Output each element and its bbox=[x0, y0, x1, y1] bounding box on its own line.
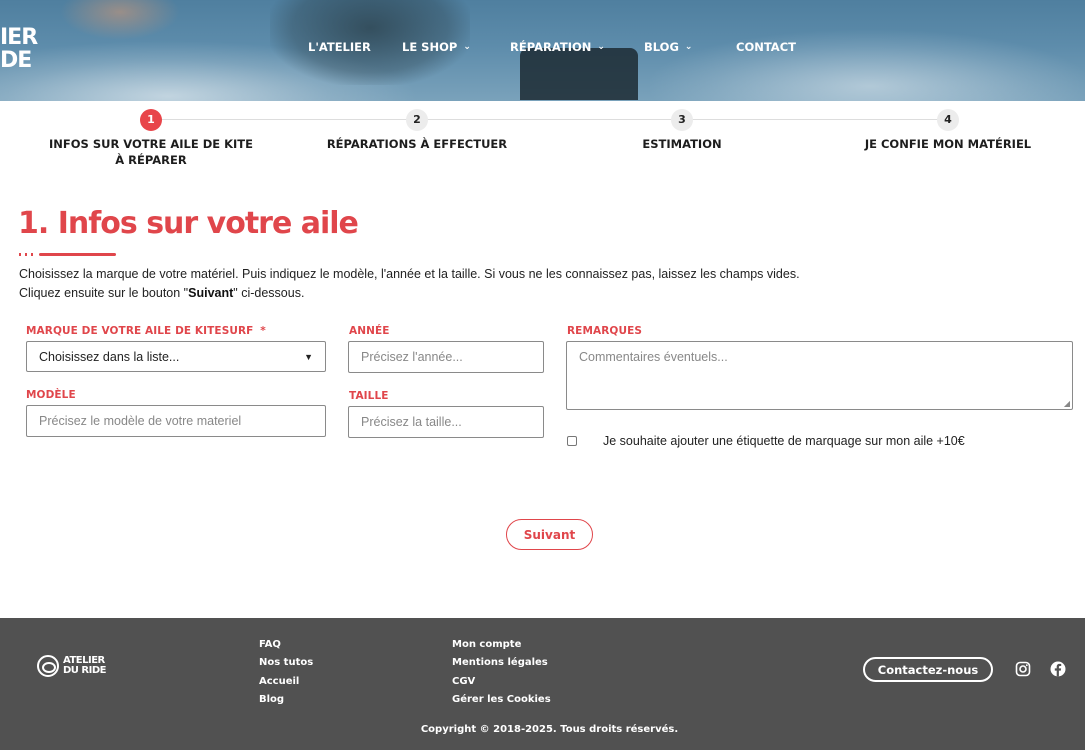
step-label: ESTIMATION bbox=[642, 137, 722, 151]
underline-bar bbox=[39, 253, 116, 256]
year-label: ANNÉE bbox=[349, 325, 390, 337]
nav-label: RÉPARATION bbox=[510, 40, 592, 54]
step-number: 2 bbox=[406, 109, 428, 131]
model-placeholder: Précisez le modèle de votre materiel bbox=[39, 414, 242, 428]
footer-links-col-2: Mon compte Mentions légales CGV Gérer le… bbox=[452, 636, 551, 709]
remarks-label: REMARQUES bbox=[567, 325, 643, 337]
size-input[interactable]: Précisez la taille... bbox=[348, 406, 544, 438]
step-1: 1 INFOS SUR VOTRE AILE DE KITE À RÉPARER bbox=[21, 109, 281, 168]
footer-link-cookies[interactable]: Gérer les Cookies bbox=[452, 691, 551, 709]
year-placeholder: Précisez l'année... bbox=[361, 350, 463, 364]
site-logo[interactable]: IER DE bbox=[0, 25, 38, 74]
nav-item-reparation[interactable]: RÉPARATION ⌄ bbox=[510, 38, 605, 56]
underline-dots bbox=[19, 253, 37, 256]
chevron-down-icon: ⌄ bbox=[463, 42, 471, 52]
title-underline bbox=[19, 253, 116, 256]
nav-label: L'ATELIER bbox=[308, 40, 371, 54]
next-button[interactable]: Suivant bbox=[506, 519, 593, 550]
step-label: RÉPARATIONS À EFFECTUER bbox=[326, 137, 508, 151]
intro-line-1: Choisissez la marque de votre matériel. … bbox=[19, 267, 800, 281]
required-marker: * bbox=[260, 325, 266, 337]
step-number: 3 bbox=[671, 109, 693, 131]
size-placeholder: Précisez la taille... bbox=[361, 415, 462, 429]
step-label: INFOS SUR VOTRE AILE DE KITE À RÉPARER bbox=[49, 137, 253, 167]
remarks-textarea[interactable]: Commentaires éventuels... ◢ bbox=[566, 341, 1073, 410]
chevron-down-icon: ⌄ bbox=[684, 42, 693, 52]
caret-down-icon: ▼ bbox=[304, 351, 313, 362]
intro-line-2: Cliquez ensuite sur le bouton "Suivant" … bbox=[19, 284, 800, 303]
intro-line-2-bold: Suivant bbox=[188, 286, 234, 300]
nav-label: BLOG bbox=[644, 40, 679, 54]
brand-select-value: Choisissez dans la liste... bbox=[39, 349, 180, 364]
logo-line-1: IER bbox=[0, 25, 38, 50]
nav-item-shop[interactable]: LE SHOP ⌄ bbox=[402, 38, 471, 56]
nav-item-atelier[interactable]: L'ATELIER bbox=[308, 38, 371, 56]
footer-link-faq[interactable]: FAQ bbox=[259, 636, 313, 654]
remarks-placeholder: Commentaires éventuels... bbox=[579, 350, 728, 364]
footer-link-accueil[interactable]: Accueil bbox=[259, 673, 313, 691]
step-label: JE CONFIE MON MATÉRIEL bbox=[864, 137, 1032, 151]
intro-line-2-post: " ci-dessous. bbox=[233, 286, 305, 300]
brand-select[interactable]: Choisissez dans la liste... ▼ bbox=[26, 341, 326, 372]
label-checkbox[interactable] bbox=[567, 436, 577, 446]
footer-link-account[interactable]: Mon compte bbox=[452, 636, 551, 654]
instagram-icon[interactable] bbox=[1015, 661, 1031, 677]
resize-grip-icon[interactable]: ◢ bbox=[1064, 399, 1070, 408]
nav-item-contact[interactable]: CONTACT bbox=[736, 38, 796, 56]
hero-wave-splash-right bbox=[650, 30, 1085, 101]
intro-text: Choisissez la marque de votre matériel. … bbox=[19, 265, 800, 303]
model-input[interactable]: Précisez le modèle de votre materiel bbox=[26, 405, 326, 437]
footer-logo-line-2: DU RIDE bbox=[63, 665, 106, 676]
brand-label-text: MARQUE DE VOTRE AILE DE KITESURF bbox=[26, 325, 254, 337]
atelier-logo-icon bbox=[37, 655, 59, 677]
model-label: MODÈLE bbox=[26, 389, 76, 401]
footer-links-col-1: FAQ Nos tutos Accueil Blog bbox=[259, 636, 313, 709]
footer-logo[interactable]: ATELIER DU RIDE bbox=[37, 655, 106, 677]
label-checkbox-text: Je souhaite ajouter une étiquette de mar… bbox=[603, 434, 965, 448]
footer-link-blog[interactable]: Blog bbox=[259, 691, 313, 709]
footer-link-tutos[interactable]: Nos tutos bbox=[259, 654, 313, 672]
step-2: 2 RÉPARATIONS À EFFECTUER bbox=[287, 109, 547, 152]
brand-label: MARQUE DE VOTRE AILE DE KITESURF * bbox=[26, 325, 266, 337]
chevron-down-icon: ⌄ bbox=[597, 42, 605, 52]
step-3: 3 ESTIMATION bbox=[552, 109, 812, 152]
facebook-icon[interactable] bbox=[1050, 661, 1066, 677]
size-label: TAILLE bbox=[349, 390, 389, 402]
nav-item-blog[interactable]: BLOG ⌄ bbox=[644, 38, 692, 56]
step-number: 1 bbox=[140, 109, 162, 131]
step-number: 4 bbox=[937, 109, 959, 131]
step-4: 4 JE CONFIE MON MATÉRIEL bbox=[818, 109, 1078, 152]
hero-kiter-arm bbox=[60, 0, 180, 40]
footer-link-cgv[interactable]: CGV bbox=[452, 673, 551, 691]
footer-logo-text: ATELIER DU RIDE bbox=[63, 656, 106, 676]
intro-line-2-pre: Cliquez ensuite sur le bouton " bbox=[19, 286, 189, 300]
logo-line-2: DE bbox=[0, 48, 32, 73]
page-title: 1. Infos sur votre aile bbox=[18, 206, 359, 241]
nav-label: CONTACT bbox=[736, 40, 796, 54]
contact-button[interactable]: Contactez-nous bbox=[863, 657, 993, 682]
nav-label: LE SHOP bbox=[402, 40, 458, 54]
year-input[interactable]: Précisez l'année... bbox=[348, 341, 544, 373]
copyright-text: Copyright © 2018-2025. Tous droits réser… bbox=[420, 724, 679, 735]
footer-link-legal[interactable]: Mentions légales bbox=[452, 654, 551, 672]
